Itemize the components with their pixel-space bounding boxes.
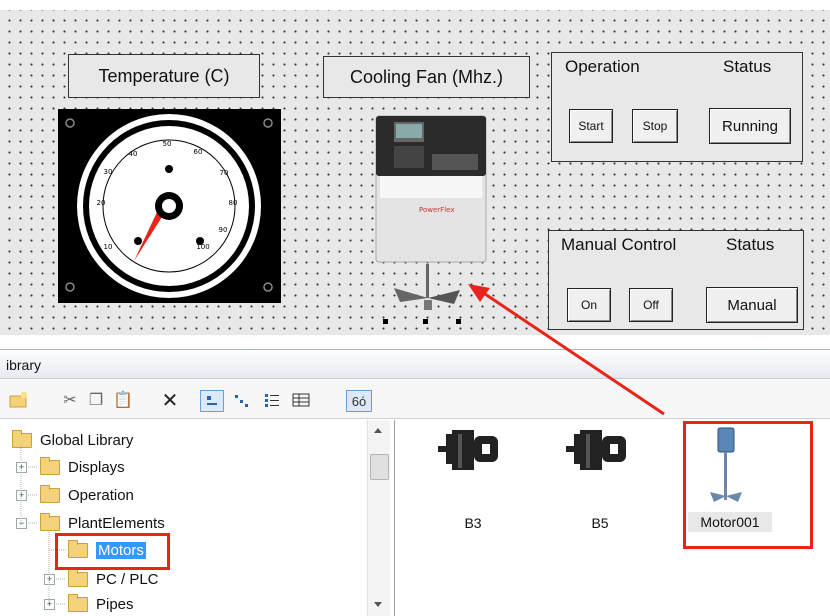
manual-control-title: Manual Control: [561, 235, 677, 254]
paste-icon[interactable]: 📋: [112, 390, 134, 410]
svg-text:60: 60: [194, 148, 203, 156]
on-button[interactable]: On: [567, 288, 611, 322]
delete-icon[interactable]: ✕: [160, 390, 180, 412]
svg-text:50: 50: [163, 140, 172, 148]
temperature-label: Temperature (C): [68, 54, 260, 98]
tree-lines: [20, 444, 66, 606]
manual-status-title: Status: [726, 235, 775, 254]
selection-handle[interactable]: [423, 319, 428, 324]
preview-icon[interactable]: 6ó: [346, 390, 372, 412]
scrollbar-thumb[interactable]: [370, 454, 389, 480]
stop-button[interactable]: Stop: [632, 109, 678, 143]
operation-status-title: Status: [723, 57, 772, 76]
cut-icon[interactable]: ✂: [60, 390, 80, 410]
tree-scrollbar[interactable]: [367, 420, 390, 616]
off-button[interactable]: Off: [629, 288, 673, 322]
drive-brand-text: PowerFlex: [419, 206, 454, 214]
scroll-up-icon[interactable]: [374, 428, 382, 433]
svg-text:30: 30: [104, 168, 113, 176]
operation-status-value: Running: [709, 108, 791, 144]
manual-status-value: Manual: [706, 287, 798, 323]
temperature-gauge[interactable]: 10 20 30 40 50 60 70 80 90 100: [58, 109, 281, 303]
start-button[interactable]: Start: [569, 109, 613, 143]
svg-text:90: 90: [219, 226, 228, 234]
motor-icon[interactable]: [564, 428, 632, 472]
cooling-fan-label: Cooling Fan (Mhz.): [323, 56, 530, 98]
highlight-box-motor001: [683, 421, 813, 549]
top-strip: [0, 0, 830, 10]
item-label-b3: B3: [464, 515, 482, 531]
library-title: ibrary: [0, 349, 830, 379]
svg-text:10: 10: [104, 243, 113, 251]
selection-handle[interactable]: [383, 319, 388, 324]
motor-icon[interactable]: [436, 428, 504, 472]
operation-title: Operation: [565, 57, 640, 76]
item-label-b5: B5: [591, 515, 609, 531]
new-folder-icon[interactable]: [8, 390, 30, 410]
svg-text:80: 80: [229, 199, 238, 207]
powerflex-drive[interactable]: PowerFlex: [374, 114, 488, 264]
svg-text:40: 40: [129, 150, 138, 158]
scroll-down-icon[interactable]: [374, 602, 382, 607]
large-icons-view-icon[interactable]: [200, 390, 224, 412]
svg-text:70: 70: [220, 169, 229, 177]
svg-text:20: 20: [97, 199, 106, 207]
small-icons-view-icon[interactable]: [232, 390, 252, 410]
highlight-box-motors: [55, 533, 170, 570]
details-view-icon[interactable]: [290, 390, 312, 410]
list-view-icon[interactable]: [262, 390, 282, 410]
selection-handle[interactable]: [456, 319, 461, 324]
library-toolbar: ✂ ❐ 📋 ✕ 6ó: [0, 380, 830, 419]
copy-icon[interactable]: ❐: [86, 390, 106, 410]
